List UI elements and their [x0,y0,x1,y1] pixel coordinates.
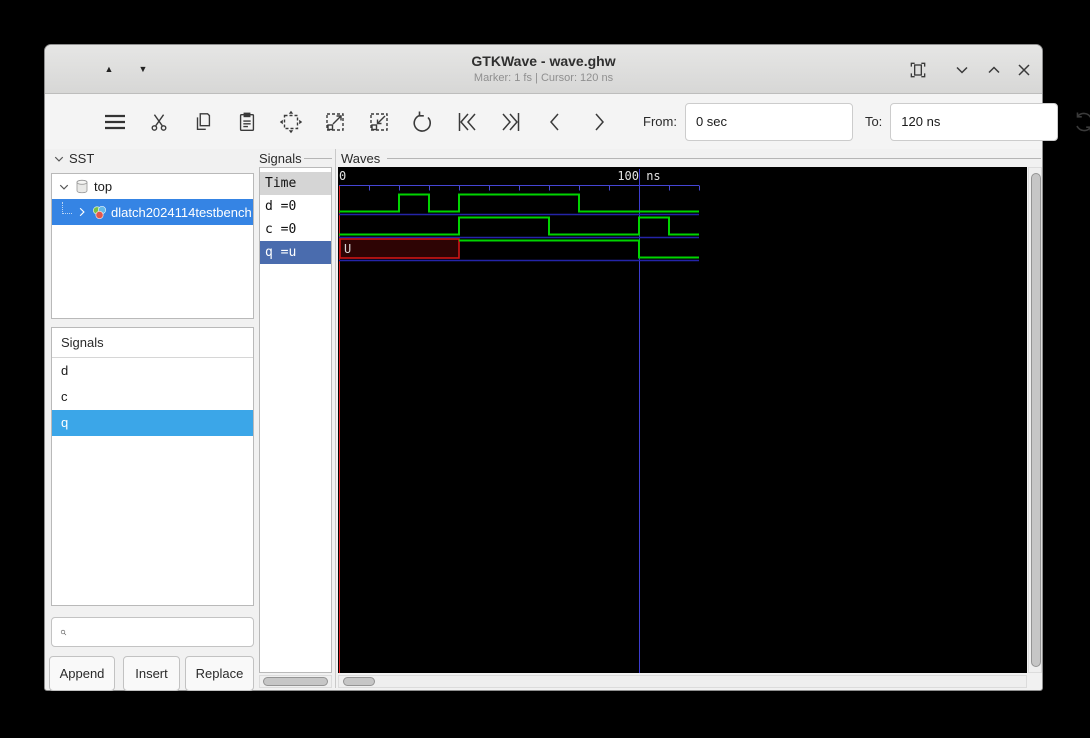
signal-item-c[interactable]: c [52,384,253,410]
to-end-button[interactable] [499,109,523,135]
undo-button[interactable] [411,109,435,135]
waves-hscroll-thumb[interactable] [343,677,375,686]
maximize-button[interactable] [984,60,1004,80]
chevron-up-icon [988,66,1000,74]
tree-item-label: dlatch2024114testbench [111,204,252,220]
trace-d [339,193,699,213]
signal-search-box[interactable] [51,617,254,647]
to-label: To: [864,114,883,129]
expander-down-icon [59,184,69,190]
value-row-c[interactable]: c =0 [260,218,331,241]
tree-item-dlatch-testbench[interactable]: dlatch2024114testbench [52,199,253,225]
prev-edge-button[interactable] [543,109,567,135]
to-start-icon [458,112,476,131]
expander-right-icon [79,207,85,217]
window-title: GTKWave - wave.ghw [471,53,616,69]
signal-values-panel: Time d =0 c =0 q =u [259,167,332,673]
time-header-cell[interactable]: Time [260,172,331,195]
value-row-d[interactable]: d =0 [260,195,331,218]
close-button[interactable] [1014,60,1034,80]
undefined-region-q [339,238,460,259]
sst-tree: top dlatch2024114testbench [51,173,254,319]
module-icon [92,205,107,219]
menu-button[interactable] [103,109,127,135]
values-panel-header: Signals [259,151,302,166]
panel-splitter[interactable] [335,149,336,688]
undo-icon [413,111,431,132]
wave-svg[interactable]: 0 100 nsU [338,167,1027,673]
titlebar: ▲ ▼ GTKWave - wave.ghw Marker: 1 fs | Cu… [45,45,1042,94]
from-input[interactable] [684,102,853,141]
signal-search-input[interactable] [73,619,253,645]
wave-display[interactable]: 0 100 ns U [338,167,1027,673]
to-end-icon [502,112,520,131]
reload-button[interactable] [1072,109,1090,135]
marker-cursor-status: Marker: 1 fs | Cursor: 120 ns [473,72,614,84]
values-hscroll-thumb[interactable] [263,677,328,686]
paste-button[interactable] [235,109,259,135]
to-start-button[interactable] [455,109,479,135]
waves-panel-header: Waves [341,151,381,166]
zoom-fit-icon [279,110,303,133]
append-button[interactable]: Append [49,656,115,691]
waves-hscrollbar[interactable] [338,675,1027,688]
trace-q [459,239,699,259]
next-edge-button[interactable] [587,109,611,135]
waves-frame-line [387,158,1041,159]
fullscreen-icon [910,62,926,78]
signals-list-panel: Signals dcq [51,327,254,606]
gtkwave-window: ▲ ▼ GTKWave - wave.ghw Marker: 1 fs | Cu… [44,44,1090,691]
signal-item-d[interactable]: d [52,358,253,384]
zoom-in-button[interactable] [367,109,391,135]
search-icon [60,629,67,635]
menu-icon [105,114,125,129]
signals-list-rows: dcq [52,358,253,436]
waves-vscrollbar[interactable] [1028,167,1042,673]
copy-icon [196,112,211,130]
expander-down-icon [54,156,64,162]
values-frame-line [304,158,332,159]
chevron-right-icon [595,113,604,130]
zoom-fit-button[interactable] [279,109,303,135]
zoom-out-button[interactable] [323,109,347,135]
undefined-label: U [344,242,351,256]
minimize-button[interactable] [952,60,972,80]
timescale-label: 0 [339,169,346,183]
close-icon [1018,64,1030,76]
to-input[interactable] [890,102,1059,141]
waves-vscroll-thumb[interactable] [1030,173,1041,667]
value-row-q[interactable]: q =u [260,241,331,264]
signals-list-header: Signals [52,328,253,358]
zoom-in-icon [370,112,388,131]
values-hscrollbar[interactable] [259,675,332,688]
chevron-down-icon [956,66,968,74]
copy-button[interactable] [191,109,215,135]
tree-item-label: top [94,179,113,194]
reload-icon [1076,112,1090,131]
cut-button[interactable] [147,109,171,135]
signal-item-q[interactable]: q [52,410,253,436]
trace-c [339,216,699,236]
from-label: From: [643,114,677,129]
sst-section-header[interactable]: SST [53,151,94,166]
sst-label: SST [69,151,95,166]
zoom-out-icon [326,112,344,131]
tree-item-top[interactable]: top [52,174,253,199]
values-rows: Time d =0 c =0 q =u [260,168,331,264]
replace-button[interactable]: Replace [185,656,254,691]
tree-branch-line [62,201,72,214]
cut-icon [151,113,167,131]
insert-button[interactable]: Insert [123,656,180,691]
toolbar: From: To: [45,94,1090,149]
fullscreen-button[interactable] [908,60,928,80]
paste-icon [239,112,255,131]
chevron-left-icon [550,113,559,130]
database-icon [76,179,88,194]
